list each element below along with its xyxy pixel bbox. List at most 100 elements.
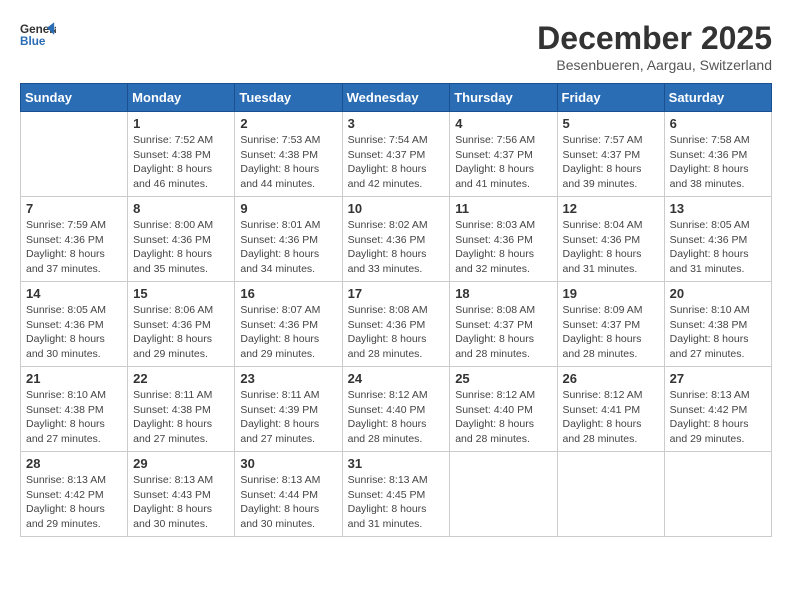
calendar-cell: 25 Sunrise: 8:12 AMSunset: 4:40 PMDayligh… <box>450 367 557 452</box>
day-number: 31 <box>348 456 445 471</box>
calendar-cell: 23 Sunrise: 8:11 AMSunset: 4:39 PMDayligh… <box>235 367 342 452</box>
day-info: Sunrise: 8:07 AMSunset: 4:36 PMDaylight:… <box>240 303 336 362</box>
calendar-week-5: 28 Sunrise: 8:13 AMSunset: 4:42 PMDayligh… <box>21 452 772 537</box>
day-info: Sunrise: 8:12 AMSunset: 4:40 PMDaylight:… <box>455 388 551 447</box>
day-number: 5 <box>563 116 659 131</box>
day-number: 17 <box>348 286 445 301</box>
day-info: Sunrise: 8:05 AMSunset: 4:36 PMDaylight:… <box>26 303 122 362</box>
day-number: 9 <box>240 201 336 216</box>
calendar-cell <box>664 452 771 537</box>
day-number: 13 <box>670 201 766 216</box>
day-number: 18 <box>455 286 551 301</box>
calendar-cell: 16Sunrise: 8:07 AMSunset: 4:36 PMDayligh… <box>235 282 342 367</box>
day-number: 23 <box>240 371 336 386</box>
calendar-cell: 12 Sunrise: 8:04 AMSunset: 4:36 PMDayligh… <box>557 197 664 282</box>
day-info: Sunrise: 8:02 AMSunset: 4:36 PMDaylight:… <box>348 218 445 277</box>
calendar-cell: 10 Sunrise: 8:02 AMSunset: 4:36 PMDayligh… <box>342 197 450 282</box>
month-title: December 2025 <box>537 20 772 57</box>
title-area: December 2025 Besenbueren, Aargau, Switz… <box>537 20 772 73</box>
day-info: Sunrise: 7:53 AMSunset: 4:38 PMDaylight:… <box>240 133 336 192</box>
day-number: 6 <box>670 116 766 131</box>
day-info: Sunrise: 8:12 AMSunset: 4:40 PMDaylight:… <box>348 388 445 447</box>
calendar-cell: 2 Sunrise: 7:53 AMSunset: 4:38 PMDaylight… <box>235 112 342 197</box>
calendar-week-2: 7 Sunrise: 7:59 AMSunset: 4:36 PMDaylight… <box>21 197 772 282</box>
svg-text:Blue: Blue <box>20 35 46 48</box>
calendar-cell: 17Sunrise: 8:08 AMSunset: 4:36 PMDayligh… <box>342 282 450 367</box>
calendar-cell: 31 Sunrise: 8:13 AMSunset: 4:45 PMDayligh… <box>342 452 450 537</box>
day-info: Sunrise: 7:54 AMSunset: 4:37 PMDaylight:… <box>348 133 445 192</box>
day-info: Sunrise: 7:59 AMSunset: 4:36 PMDaylight:… <box>26 218 122 277</box>
day-info: Sunrise: 8:00 AMSunset: 4:36 PMDaylight:… <box>133 218 229 277</box>
day-number: 26 <box>563 371 659 386</box>
day-info: Sunrise: 8:11 AMSunset: 4:39 PMDaylight:… <box>240 388 336 447</box>
page-header: General Blue December 2025 Besenbueren, … <box>20 20 772 73</box>
day-info: Sunrise: 8:05 AMSunset: 4:36 PMDaylight:… <box>670 218 766 277</box>
day-info: Sunrise: 7:58 AMSunset: 4:36 PMDaylight:… <box>670 133 766 192</box>
day-info: Sunrise: 7:52 AMSunset: 4:38 PMDaylight:… <box>133 133 229 192</box>
calendar-header-saturday: Saturday <box>664 84 771 112</box>
day-info: Sunrise: 8:13 AMSunset: 4:45 PMDaylight:… <box>348 473 445 532</box>
calendar-cell: 7 Sunrise: 7:59 AMSunset: 4:36 PMDaylight… <box>21 197 128 282</box>
day-number: 28 <box>26 456 122 471</box>
day-info: Sunrise: 7:57 AMSunset: 4:37 PMDaylight:… <box>563 133 659 192</box>
calendar-cell: 18 Sunrise: 8:08 AMSunset: 4:37 PMDayligh… <box>450 282 557 367</box>
calendar-cell <box>557 452 664 537</box>
logo: General Blue <box>20 20 56 48</box>
calendar-cell: 9 Sunrise: 8:01 AMSunset: 4:36 PMDaylight… <box>235 197 342 282</box>
calendar-cell: 30 Sunrise: 8:13 AMSunset: 4:44 PMDayligh… <box>235 452 342 537</box>
day-number: 14 <box>26 286 122 301</box>
day-info: Sunrise: 8:13 AMSunset: 4:44 PMDaylight:… <box>240 473 336 532</box>
day-number: 1 <box>133 116 229 131</box>
day-number: 24 <box>348 371 445 386</box>
day-info: Sunrise: 8:06 AMSunset: 4:36 PMDaylight:… <box>133 303 229 362</box>
calendar-cell: 3 Sunrise: 7:54 AMSunset: 4:37 PMDaylight… <box>342 112 450 197</box>
calendar-cell: 27 Sunrise: 8:13 AMSunset: 4:42 PMDayligh… <box>664 367 771 452</box>
location-subtitle: Besenbueren, Aargau, Switzerland <box>537 57 772 73</box>
day-number: 29 <box>133 456 229 471</box>
calendar-cell: 1 Sunrise: 7:52 AMSunset: 4:38 PMDaylight… <box>128 112 235 197</box>
day-number: 2 <box>240 116 336 131</box>
day-info: Sunrise: 8:08 AMSunset: 4:37 PMDaylight:… <box>455 303 551 362</box>
day-info: Sunrise: 7:56 AMSunset: 4:37 PMDaylight:… <box>455 133 551 192</box>
day-info: Sunrise: 8:03 AMSunset: 4:36 PMDaylight:… <box>455 218 551 277</box>
day-info: Sunrise: 8:09 AMSunset: 4:37 PMDaylight:… <box>563 303 659 362</box>
calendar-cell: 24 Sunrise: 8:12 AMSunset: 4:40 PMDayligh… <box>342 367 450 452</box>
day-info: Sunrise: 8:04 AMSunset: 4:36 PMDaylight:… <box>563 218 659 277</box>
calendar-header-friday: Friday <box>557 84 664 112</box>
day-info: Sunrise: 8:10 AMSunset: 4:38 PMDaylight:… <box>670 303 766 362</box>
calendar-header-tuesday: Tuesday <box>235 84 342 112</box>
calendar-week-1: 1 Sunrise: 7:52 AMSunset: 4:38 PMDaylight… <box>21 112 772 197</box>
calendar-cell: 5 Sunrise: 7:57 AMSunset: 4:37 PMDaylight… <box>557 112 664 197</box>
calendar-cell: 22Sunrise: 8:11 AMSunset: 4:38 PMDayligh… <box>128 367 235 452</box>
day-info: Sunrise: 8:13 AMSunset: 4:42 PMDaylight:… <box>670 388 766 447</box>
day-number: 12 <box>563 201 659 216</box>
calendar-cell: 26Sunrise: 8:12 AMSunset: 4:41 PMDayligh… <box>557 367 664 452</box>
day-number: 30 <box>240 456 336 471</box>
calendar-table: SundayMondayTuesdayWednesdayThursdayFrid… <box>20 83 772 537</box>
day-number: 19 <box>563 286 659 301</box>
calendar-cell <box>21 112 128 197</box>
day-number: 3 <box>348 116 445 131</box>
calendar-cell: 14 Sunrise: 8:05 AMSunset: 4:36 PMDayligh… <box>21 282 128 367</box>
calendar-cell: 19 Sunrise: 8:09 AMSunset: 4:37 PMDayligh… <box>557 282 664 367</box>
day-number: 8 <box>133 201 229 216</box>
day-info: Sunrise: 8:13 AMSunset: 4:43 PMDaylight:… <box>133 473 229 532</box>
calendar-cell: 4Sunrise: 7:56 AMSunset: 4:37 PMDaylight… <box>450 112 557 197</box>
day-number: 7 <box>26 201 122 216</box>
day-number: 20 <box>670 286 766 301</box>
calendar-cell: 11Sunrise: 8:03 AMSunset: 4:36 PMDayligh… <box>450 197 557 282</box>
calendar-week-3: 14 Sunrise: 8:05 AMSunset: 4:36 PMDayligh… <box>21 282 772 367</box>
calendar-cell <box>450 452 557 537</box>
logo-icon: General Blue <box>20 20 56 48</box>
day-number: 27 <box>670 371 766 386</box>
calendar-cell: 29 Sunrise: 8:13 AMSunset: 4:43 PMDayligh… <box>128 452 235 537</box>
calendar-cell: 28 Sunrise: 8:13 AMSunset: 4:42 PMDayligh… <box>21 452 128 537</box>
day-number: 25 <box>455 371 551 386</box>
day-info: Sunrise: 8:13 AMSunset: 4:42 PMDaylight:… <box>26 473 122 532</box>
day-number: 15 <box>133 286 229 301</box>
calendar-header-sunday: Sunday <box>21 84 128 112</box>
calendar-cell: 21Sunrise: 8:10 AMSunset: 4:38 PMDayligh… <box>21 367 128 452</box>
day-info: Sunrise: 8:01 AMSunset: 4:36 PMDaylight:… <box>240 218 336 277</box>
day-number: 10 <box>348 201 445 216</box>
day-number: 22 <box>133 371 229 386</box>
